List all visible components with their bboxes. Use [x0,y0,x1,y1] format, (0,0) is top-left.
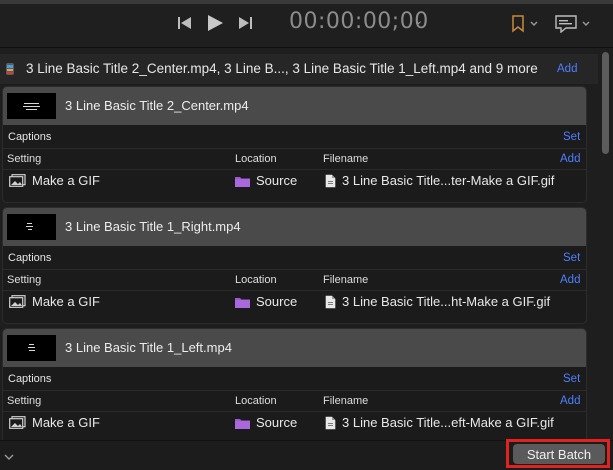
setting-column-header: Setting [7,274,42,286]
filename-cell[interactable]: 3 Line Basic Title...eft-Make a GIF.gif [325,415,554,430]
job-card[interactable]: 3 Line Basic Title 2_Center.mp4 Captions… [2,86,587,203]
previous-button[interactable] [176,12,194,34]
chevron-down-icon [582,21,590,26]
document-icon [325,174,336,187]
job-card-header[interactable]: 3 Line Basic Title 1_Right.mp4 [3,208,586,246]
filename-value: 3 Line Basic Title...ht-Make a GIF.gif [342,294,551,309]
output-row[interactable]: Make a GIF Source 3 Line Basic Title...h… [3,290,586,312]
location-value: Source [256,415,298,430]
image-icon [9,295,26,308]
column-headers: Setting Location Filename Add [3,391,586,411]
location-column-header: Location [235,274,277,286]
captions-label: Captions [8,252,52,264]
batch-add-button[interactable]: Add [557,63,577,75]
captions-row: Captions Set [3,367,586,391]
location-value: Source [256,173,298,188]
column-headers: Setting Location Filename Add [3,149,586,169]
captions-label: Captions [8,373,52,385]
play-button[interactable] [204,12,226,34]
scrollbar-thumb[interactable] [602,52,609,154]
image-icon [9,174,26,187]
filename-value: 3 Line Basic Title...ter-Make a GIF.gif [342,173,555,188]
filename-value: 3 Line Basic Title...eft-Make a GIF.gif [342,415,554,430]
caption-icon [555,15,577,33]
folder-icon [235,176,250,187]
batch-title: 3 Line Basic Title 2_Center.mp4, 3 Line … [26,61,538,76]
setting-cell[interactable]: Make a GIF [9,415,100,430]
compressor-app-icon [6,63,14,75]
batch-header: 3 Line Basic Title 2_Center.mp4, 3 Line … [0,54,598,84]
captions-row: Captions Set [3,125,586,149]
vertical-scrollbar[interactable] [598,48,613,440]
location-cell[interactable]: Source [235,415,297,430]
timeline-strip [0,0,613,4]
output-row[interactable]: Make a GIF Source 3 Line Basic Title...e… [3,411,586,433]
video-thumbnail [7,335,56,361]
job-source-name: 3 Line Basic Title 1_Left.mp4 [65,340,232,355]
timecode-display[interactable]: 00:00:00;00 [289,9,429,34]
add-output-button[interactable]: Add [560,395,580,407]
column-headers: Setting Location Filename Add [3,270,586,290]
captions-label: Captions [8,131,52,143]
document-icon [325,416,336,429]
job-source-name: 3 Line Basic Title 2_Center.mp4 [65,98,249,113]
image-icon [9,416,26,429]
captions-set-button[interactable]: Set [563,131,580,143]
setting-value: Make a GIF [32,294,100,309]
skip-forward-icon [239,17,252,29]
location-column-header: Location [235,395,277,407]
document-icon [325,295,336,308]
chevron-down-icon [4,454,14,460]
folder-icon [235,297,250,308]
video-thumbnail [7,93,56,119]
next-button[interactable] [236,12,254,34]
skip-back-icon [178,17,191,29]
marker-menu-button[interactable] [510,13,540,35]
filename-column-header: Filename [323,153,369,165]
job-card[interactable]: 3 Line Basic Title 1_Right.mp4 Captions … [2,207,587,324]
captions-row: Captions Set [3,246,586,270]
filename-cell[interactable]: 3 Line Basic Title...ht-Make a GIF.gif [325,294,550,309]
setting-value: Make a GIF [32,415,100,430]
location-column-header: Location [235,153,277,165]
collapse-chevron-icon[interactable] [4,450,14,464]
bookmark-icon [512,15,524,33]
filename-cell[interactable]: 3 Line Basic Title...ter-Make a GIF.gif [325,173,554,188]
job-card[interactable]: 3 Line Basic Title 1_Left.mp4 Captions S… [2,328,587,444]
transport-bar: 00:00:00;00 ⌄ [0,0,613,48]
setting-cell[interactable]: Make a GIF [9,173,100,188]
captions-set-button[interactable]: Set [563,252,580,264]
location-cell[interactable]: Source [235,294,297,309]
filename-column-header: Filename [323,274,369,286]
add-output-button[interactable]: Add [560,153,580,165]
setting-column-header: Setting [7,153,42,165]
output-row[interactable]: Make a GIF Source 3 Line Basic Title...t… [3,169,586,191]
location-value: Source [256,294,298,309]
folder-icon [235,418,250,429]
video-thumbnail [7,214,56,240]
highlight-box [506,439,610,468]
job-card-header[interactable]: 3 Line Basic Title 1_Left.mp4 [3,329,586,367]
add-output-button[interactable]: Add [560,274,580,286]
setting-column-header: Setting [7,395,42,407]
play-icon [208,15,223,31]
job-card-header[interactable]: 3 Line Basic Title 2_Center.mp4 [3,87,586,125]
timecode-chevron-down-icon[interactable]: ⌄ [414,14,423,27]
setting-cell[interactable]: Make a GIF [9,294,100,309]
captions-menu-button[interactable] [554,13,592,35]
filename-column-header: Filename [323,395,369,407]
chevron-down-icon [530,21,538,26]
captions-set-button[interactable]: Set [563,373,580,385]
job-source-name: 3 Line Basic Title 1_Right.mp4 [65,219,241,234]
location-cell[interactable]: Source [235,173,297,188]
setting-value: Make a GIF [32,173,100,188]
